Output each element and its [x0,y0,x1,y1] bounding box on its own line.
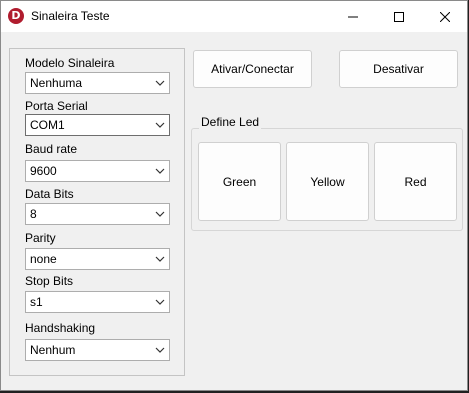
maximize-button[interactable] [376,1,422,32]
minimize-button[interactable] [330,1,376,32]
minimize-icon [348,16,358,17]
modelo-sinaleira-value: Nenhuma [30,76,83,90]
data-bits-label: Data Bits [25,187,74,201]
chevron-down-icon [155,168,165,174]
disconnect-button[interactable]: Desativar [339,50,458,88]
porta-serial-value: COM1 [30,118,65,132]
stop-bits-select[interactable]: s1 [25,291,170,313]
chevron-down-icon [155,80,165,86]
data-bits-select[interactable]: 8 [25,203,170,225]
connect-button[interactable]: Ativar/Conectar [193,50,312,88]
led-red-button[interactable]: Red [374,142,457,221]
chevron-down-icon [155,122,165,128]
close-button[interactable] [422,1,468,32]
window-title: Sinaleira Teste [31,9,110,23]
stop-bits-label: Stop Bits [25,274,74,288]
app-logo-icon: D [8,8,24,24]
title-bar[interactable]: D Sinaleira Teste [1,1,467,32]
chevron-down-icon [155,299,165,305]
porta-serial-label: Porta Serial [25,99,88,113]
baud-rate-select[interactable]: 9600 [25,160,170,182]
led-yellow-button[interactable]: Yellow [286,142,369,221]
handshaking-label: Handshaking [25,321,96,335]
chevron-down-icon [155,211,165,217]
parity-select[interactable]: none [25,248,170,270]
handshaking-select[interactable]: Nenhum [25,339,170,361]
chevron-down-icon [155,347,165,353]
porta-serial-select[interactable]: COM1 [25,114,170,136]
baud-rate-label: Baud rate [25,142,78,156]
app-window: D Sinaleira Teste Modelo Sinaleira Nenhu… [0,0,468,391]
baud-rate-value: 9600 [30,164,57,178]
modelo-sinaleira-select[interactable]: Nenhuma [25,72,170,94]
handshaking-value: Nenhum [30,343,76,357]
maximize-icon [394,11,404,22]
led-green-button[interactable]: Green [198,142,281,221]
modelo-sinaleira-label: Modelo Sinaleira [25,56,115,70]
stop-bits-value: s1 [30,295,43,309]
close-icon [440,11,450,22]
parity-value: none [30,252,57,266]
chevron-down-icon [155,256,165,262]
define-led-title: Define Led [199,115,262,129]
data-bits-value: 8 [30,207,37,221]
parity-label: Parity [25,231,56,245]
